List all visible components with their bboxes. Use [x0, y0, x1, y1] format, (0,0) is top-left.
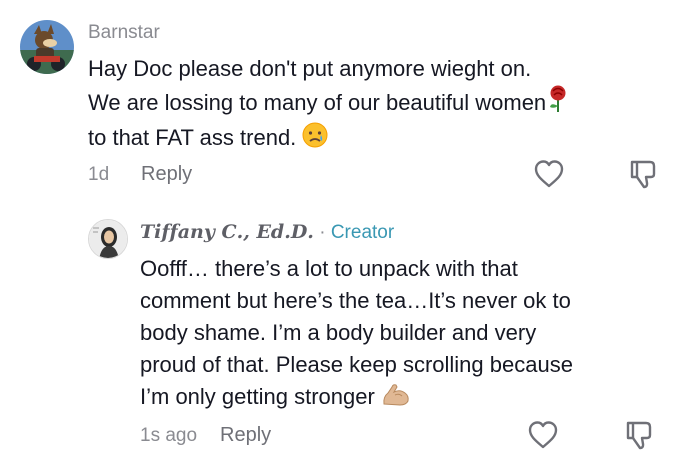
- comment-time: 1s ago: [140, 425, 198, 446]
- avatar[interactable]: [20, 20, 74, 74]
- comment-text-line: We are lossing to many of our beautiful …: [88, 85, 570, 122]
- avatar[interactable]: [88, 219, 128, 259]
- reply-comment-item: 𝑻𝒊𝒇𝒇𝒂𝒏𝒚 𝑪., 𝑬𝒅.𝑫. · Creator Oofff… there…: [0, 205, 680, 473]
- flexed-biceps-emoji: [381, 381, 411, 416]
- comment-text: Hay Doc please don't put anymore wieght …: [88, 53, 570, 157]
- comment-text-line: Hay Doc please don't put anymore wieght …: [88, 56, 532, 81]
- heart-outline-icon[interactable]: [526, 418, 560, 452]
- comment-text-line: I’m only getting stronger: [140, 381, 573, 416]
- separator-dot: ·: [319, 222, 326, 243]
- reply-button[interactable]: Reply: [141, 163, 192, 186]
- comment-item: Barnstar Hay Doc please don't put anymor…: [0, 0, 680, 200]
- creator-name[interactable]: 𝑻𝒊𝒇𝒇𝒂𝒏𝒚 𝑪., 𝑬𝒅.𝑫.: [140, 221, 314, 243]
- comment-text-line: proud of that. Please keep scrolling bec…: [140, 352, 573, 377]
- reply-button[interactable]: Reply: [220, 424, 271, 447]
- comment-text-line: to that FAT ass trend.: [88, 122, 570, 157]
- comment-time: 1d: [88, 164, 110, 185]
- comment-text-line: body shame. I’m a body builder and very: [140, 320, 537, 345]
- thumbs-down-outline-icon[interactable]: [622, 418, 656, 452]
- comment-text: Oofff… there’s a lot to unpack with that…: [140, 253, 573, 416]
- crying-face-emoji: [302, 122, 328, 157]
- creator-badge: Creator: [330, 222, 395, 243]
- comment-username: 𝑻𝒊𝒇𝒇𝒂𝒏𝒚 𝑪., 𝑬𝒅.𝑫. · Creator: [140, 221, 394, 244]
- thumbs-down-outline-icon[interactable]: [626, 157, 660, 191]
- heart-outline-icon[interactable]: [532, 157, 566, 191]
- comment-username[interactable]: Barnstar: [88, 22, 160, 44]
- comment-text-line: Oofff… there’s a lot to unpack with that: [140, 256, 518, 281]
- rose-emoji: [546, 85, 570, 122]
- comment-text-line: comment but here’s the tea…It’s never ok…: [140, 288, 571, 313]
